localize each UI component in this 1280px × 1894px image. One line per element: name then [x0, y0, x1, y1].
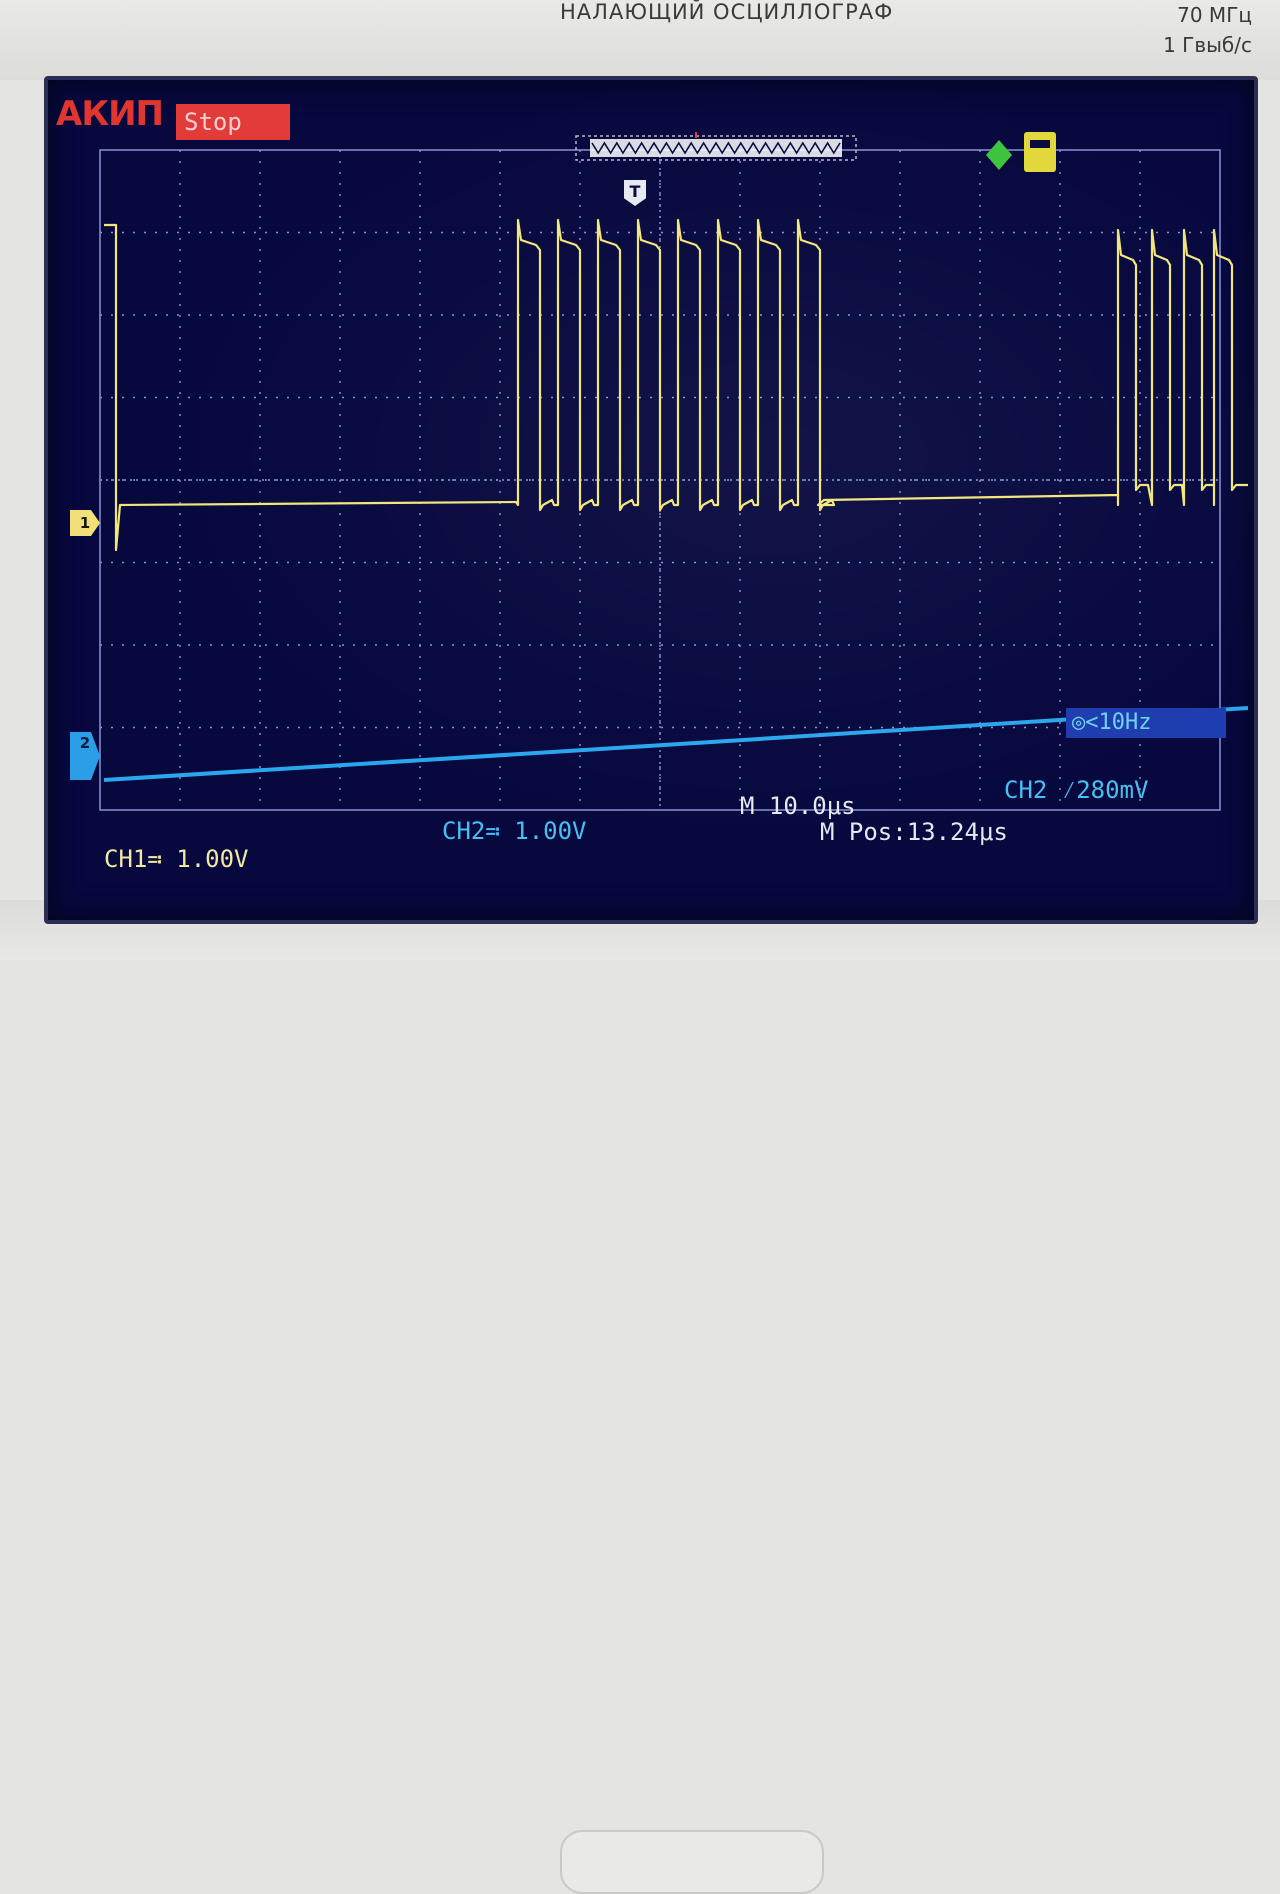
timebase-label: M 10.0μs — [740, 792, 856, 820]
device-bezel-top: НАЛАЮЩИЙ ОСЦИЛЛОГРАФ 70 МГц 1 Гвыб/с — [0, 0, 1280, 80]
frequency-readout: ◎<10Hz — [1066, 708, 1226, 738]
memory-depth-indicator — [574, 132, 858, 166]
ch1-waveform — [104, 218, 1248, 552]
run-status-badge[interactable]: Stop — [176, 104, 290, 140]
front-panel-knob[interactable] — [560, 1830, 824, 1894]
bandwidth-label: 70 МГц — [1177, 3, 1252, 27]
printer-icon — [1024, 132, 1056, 172]
oscilloscope-screen: АКИП Stop T 1 2 ◎<10Hz CH1≕ 1.00V CH2≕ 1… — [44, 76, 1258, 924]
sample-rate-label: 1 Гвыб/с — [1163, 33, 1252, 57]
horizontal-position-label: M Pos:13.24μs — [820, 818, 1008, 846]
ch2-scale-label: CH2≕ 1.00V — [442, 817, 587, 845]
ch1-scale-label: CH1≕ 1.00V — [104, 845, 249, 873]
trigger-level-label: CH2 ⁄280mV — [1004, 776, 1149, 804]
ch1-trace — [104, 218, 1248, 552]
device-model-label: НАЛАЮЩИЙ ОСЦИЛЛОГРАФ — [560, 0, 894, 24]
brand-logo: АКИП — [56, 94, 164, 134]
